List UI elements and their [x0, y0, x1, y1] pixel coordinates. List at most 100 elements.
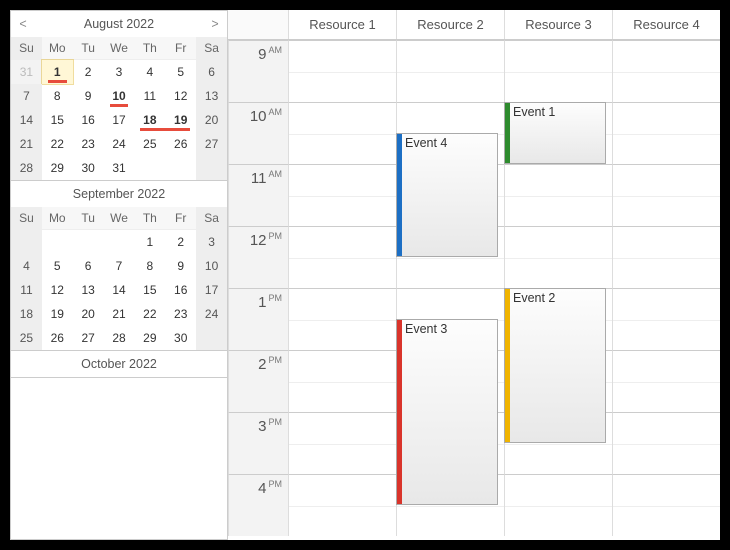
day-cell[interactable]: 7 [11, 84, 42, 108]
day-cell[interactable]: 13 [196, 84, 227, 108]
time-slot[interactable] [288, 40, 396, 102]
day-cell[interactable]: 9 [73, 84, 104, 108]
event1[interactable]: Event 1 [504, 102, 606, 164]
day-cell[interactable]: 17 [196, 278, 227, 302]
event4[interactable]: Event 4 [396, 133, 498, 257]
day-cell[interactable]: 18 [134, 108, 165, 132]
day-cell[interactable]: 16 [73, 108, 104, 132]
day-cell[interactable]: 14 [11, 108, 42, 132]
day-cell[interactable]: 8 [134, 254, 165, 278]
next-month-button[interactable]: > [205, 11, 225, 37]
day-cell[interactable]: 14 [104, 278, 135, 302]
day-cell[interactable]: 8 [42, 84, 73, 108]
day-cell[interactable]: 21 [104, 302, 135, 326]
day-cell[interactable]: 20 [196, 108, 227, 132]
date-navigator: <August 2022>SuMoTuWeThFrSa3112345678910… [10, 10, 228, 540]
event2[interactable]: Event 2 [504, 288, 606, 443]
day-cell[interactable]: 30 [73, 156, 104, 180]
day-cell[interactable]: 31 [104, 156, 135, 180]
time-slot[interactable] [288, 102, 396, 164]
month-header: October 2022 [11, 351, 227, 377]
time-slot[interactable] [612, 412, 720, 474]
day-cell[interactable]: 23 [73, 132, 104, 156]
time-slot[interactable] [288, 288, 396, 350]
week-row: 252627282930 [11, 326, 227, 350]
time-slot[interactable] [612, 226, 720, 288]
day-cell[interactable]: 26 [42, 326, 73, 350]
day-cell[interactable]: 10 [104, 84, 135, 108]
day-cell[interactable]: 2 [165, 230, 196, 254]
time-slot[interactable] [612, 474, 720, 536]
time-slot[interactable] [504, 40, 612, 102]
resource-header[interactable]: Resource 1 [288, 10, 396, 39]
prev-month-button[interactable]: < [13, 11, 33, 37]
day-cell[interactable]: 20 [73, 302, 104, 326]
day-cell[interactable]: 11 [134, 84, 165, 108]
day-cell[interactable]: 2 [73, 60, 104, 84]
day-cell[interactable]: 28 [11, 156, 42, 180]
day-cell[interactable]: 6 [196, 60, 227, 84]
day-cell[interactable]: 25 [11, 326, 42, 350]
day-cell[interactable]: 9 [165, 254, 196, 278]
time-slot[interactable] [612, 288, 720, 350]
dow-label: Tu [73, 37, 104, 59]
day-cell[interactable]: 12 [165, 84, 196, 108]
resource-header[interactable]: Resource 2 [396, 10, 504, 39]
day-cell[interactable]: 15 [42, 108, 73, 132]
event3[interactable]: Event 3 [396, 319, 498, 505]
time-slot[interactable] [288, 474, 396, 536]
resource-header[interactable]: Resource 4 [612, 10, 720, 39]
time-slot[interactable] [396, 40, 504, 102]
day-cell[interactable]: 4 [134, 60, 165, 84]
time-slot[interactable] [288, 164, 396, 226]
day-cell[interactable]: 12 [42, 278, 73, 302]
day-cell[interactable]: 19 [42, 302, 73, 326]
day-cell[interactable]: 3 [196, 230, 227, 254]
day-cell[interactable]: 6 [73, 254, 104, 278]
time-slot[interactable] [612, 164, 720, 226]
day-cell[interactable]: 27 [73, 326, 104, 350]
day-cell[interactable]: 23 [165, 302, 196, 326]
month-block: <August 2022>SuMoTuWeThFrSa3112345678910… [11, 11, 227, 181]
day-cell[interactable]: 16 [165, 278, 196, 302]
day-cell[interactable]: 25 [134, 132, 165, 156]
resource-header[interactable]: Resource 3 [504, 10, 612, 39]
day-cell[interactable]: 22 [42, 132, 73, 156]
day-cell[interactable]: 7 [104, 254, 135, 278]
day-cell[interactable]: 24 [104, 132, 135, 156]
day-cell[interactable]: 26 [165, 132, 196, 156]
day-cell[interactable]: 4 [11, 254, 42, 278]
day-empty [165, 156, 196, 180]
day-cell[interactable]: 19 [165, 108, 196, 132]
day-cell[interactable]: 31 [11, 60, 42, 84]
time-slot[interactable] [504, 474, 612, 536]
day-cell[interactable]: 28 [104, 326, 135, 350]
event-title: Event 1 [513, 105, 555, 119]
day-cell[interactable]: 1 [134, 230, 165, 254]
day-cell[interactable]: 1 [42, 60, 73, 84]
day-cell[interactable]: 30 [165, 326, 196, 350]
day-cell[interactable]: 29 [134, 326, 165, 350]
day-cell[interactable]: 21 [11, 132, 42, 156]
day-cell[interactable]: 18 [11, 302, 42, 326]
day-cell[interactable]: 24 [196, 302, 227, 326]
day-cell[interactable]: 13 [73, 278, 104, 302]
day-cell[interactable]: 17 [104, 108, 135, 132]
day-cell[interactable]: 27 [196, 132, 227, 156]
day-cell[interactable]: 3 [104, 60, 135, 84]
day-cell[interactable]: 22 [134, 302, 165, 326]
time-slot[interactable] [612, 350, 720, 412]
time-slot[interactable] [288, 350, 396, 412]
time-slot[interactable] [288, 412, 396, 474]
time-slot[interactable] [288, 226, 396, 288]
day-cell[interactable]: 15 [134, 278, 165, 302]
time-slot[interactable] [504, 164, 612, 226]
day-cell[interactable]: 5 [42, 254, 73, 278]
day-cell[interactable]: 11 [11, 278, 42, 302]
time-slot[interactable] [612, 102, 720, 164]
day-cell[interactable]: 29 [42, 156, 73, 180]
day-cell[interactable]: 5 [165, 60, 196, 84]
time-slot[interactable] [504, 226, 612, 288]
day-cell[interactable]: 10 [196, 254, 227, 278]
time-slot[interactable] [612, 40, 720, 102]
